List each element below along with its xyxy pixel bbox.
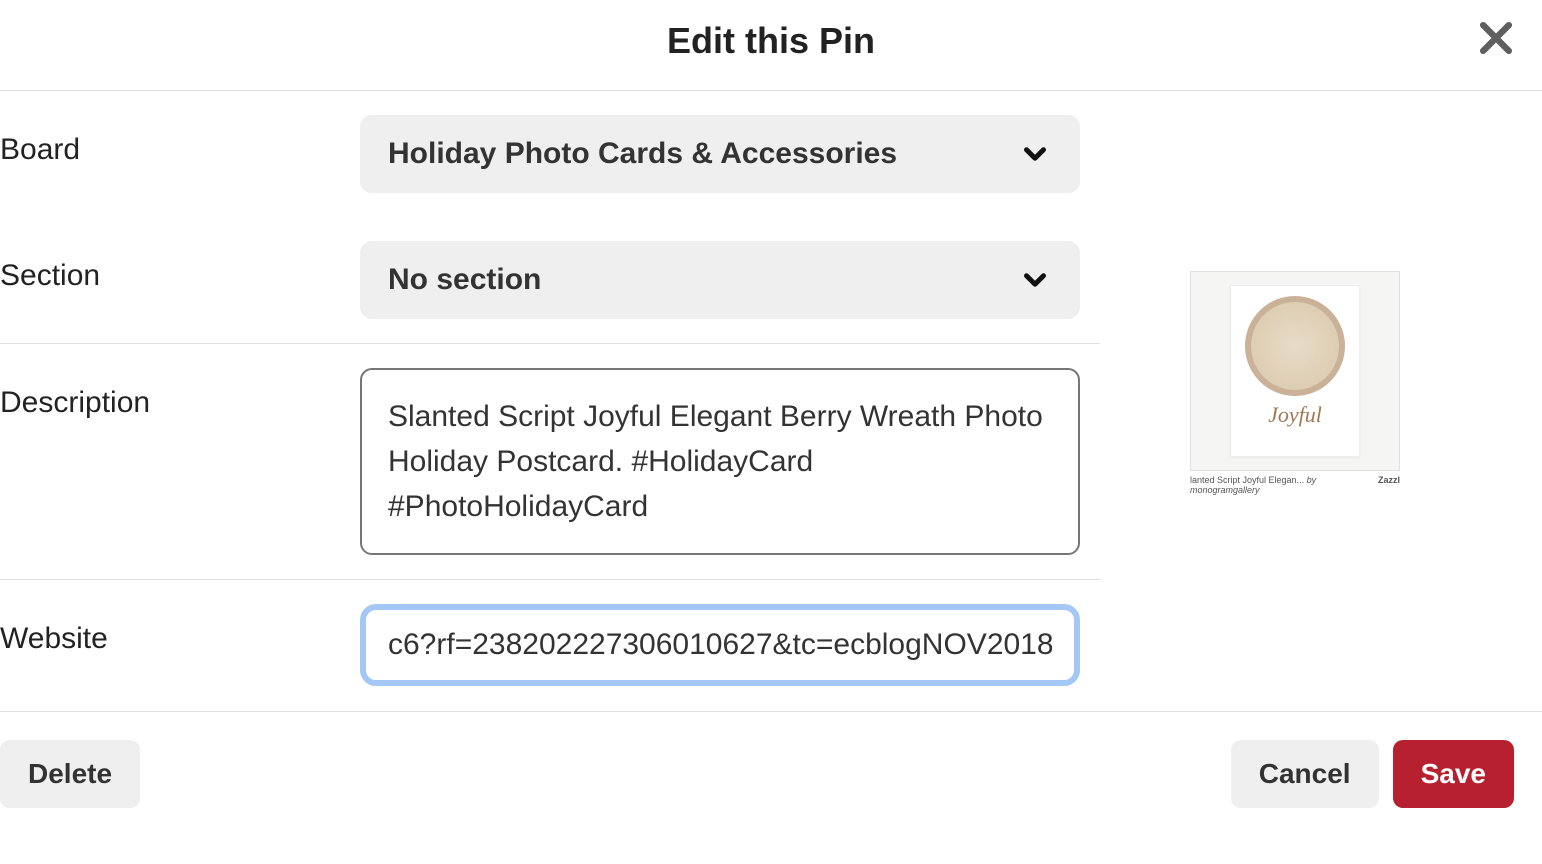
section-value: No section <box>388 263 541 297</box>
section-dropdown[interactable]: No section <box>360 241 1080 319</box>
delete-button[interactable]: Delete <box>0 740 140 808</box>
board-row: Board Holiday Photo Cards & Accessories <box>0 91 1100 217</box>
section-row: Section No section <box>0 217 1100 344</box>
preview-card: Joyful <box>1190 271 1400 471</box>
website-input-wrapper <box>360 604 1080 686</box>
modal-footer: Delete Cancel Save <box>0 711 1542 864</box>
board-label: Board <box>0 115 360 167</box>
website-input[interactable] <box>388 628 1052 662</box>
close-button[interactable] <box>1474 16 1518 60</box>
website-label: Website <box>0 604 360 656</box>
description-textarea[interactable]: Slanted Script Joyful Elegant Berry Wrea… <box>360 368 1080 555</box>
description-row: Description Slanted Script Joyful Elegan… <box>0 344 1100 580</box>
footer-right: Cancel Save <box>1231 740 1514 808</box>
edit-pin-modal: Edit this Pin Board Holiday Photo Cards … <box>0 0 1542 864</box>
preview-caption: lanted Script Joyful Elegan... by monogr… <box>1190 475 1400 495</box>
caption-title: lanted Script Joyful Elegan... <box>1190 475 1304 485</box>
section-label: Section <box>0 241 360 293</box>
caption-brand: Zazzl <box>1378 475 1400 495</box>
save-button[interactable]: Save <box>1393 740 1514 808</box>
preview-script: Joyful <box>1268 402 1322 428</box>
chevron-down-icon <box>1018 137 1052 171</box>
preview-inner: Joyful <box>1230 285 1360 457</box>
form-fields: Board Holiday Photo Cards & Accessories … <box>0 91 1100 710</box>
board-dropdown[interactable]: Holiday Photo Cards & Accessories <box>360 115 1080 193</box>
cancel-button[interactable]: Cancel <box>1231 740 1379 808</box>
modal-header: Edit this Pin <box>0 0 1542 90</box>
close-icon <box>1474 16 1518 60</box>
form-area: Board Holiday Photo Cards & Accessories … <box>0 91 1542 710</box>
chevron-down-icon <box>1018 263 1052 297</box>
description-label: Description <box>0 368 360 420</box>
modal-title: Edit this Pin <box>0 20 1542 62</box>
board-value: Holiday Photo Cards & Accessories <box>388 137 897 171</box>
pin-preview: Joyful lanted Script Joyful Elegan... by… <box>1190 271 1400 710</box>
wreath-icon <box>1245 296 1345 396</box>
website-row: Website <box>0 580 1100 710</box>
